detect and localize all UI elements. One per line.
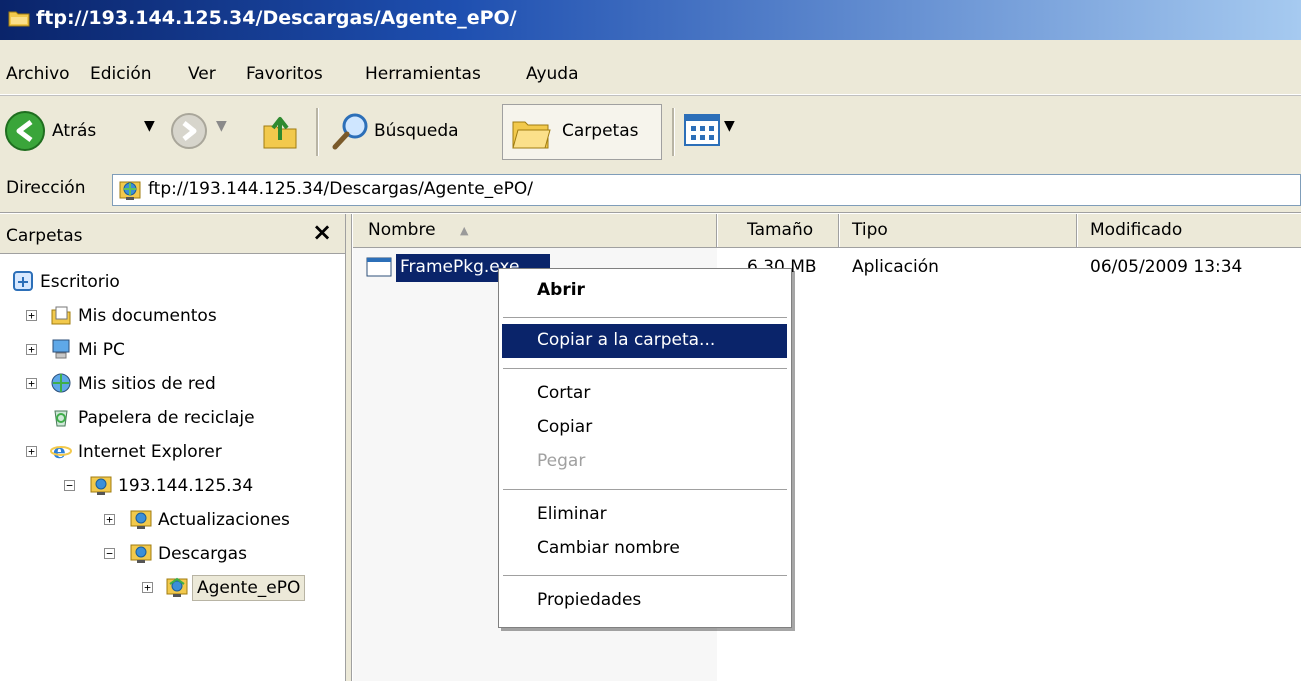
address-value[interactable]: ftp://193.144.125.34/Descargas/Agente_eP… bbox=[148, 179, 533, 199]
expand-icon[interactable]: + bbox=[26, 446, 37, 457]
ctx-cortar[interactable]: Cortar bbox=[537, 383, 590, 403]
recycle-bin-icon bbox=[54, 410, 68, 427]
tree-label: Internet Explorer bbox=[78, 442, 222, 462]
folder-icon bbox=[8, 11, 30, 27]
tree-item-mis-documentos[interactable]: + Mis documentos bbox=[0, 302, 340, 330]
menu-separator bbox=[503, 368, 787, 369]
tree-item-mi-pc[interactable]: + Mi PC bbox=[0, 336, 340, 364]
ftp-folder-icon bbox=[90, 476, 112, 495]
menu-edicion[interactable]: Edición bbox=[90, 64, 152, 84]
forward-arrow-icon[interactable] bbox=[170, 112, 208, 150]
expand-icon[interactable]: + bbox=[26, 378, 37, 389]
tree-label: Actualizaciones bbox=[158, 510, 290, 530]
tree-item-agente-epo[interactable]: + Agente_ePO bbox=[0, 574, 340, 602]
ftp-folder-icon bbox=[119, 181, 141, 200]
column-separator[interactable] bbox=[838, 214, 840, 247]
back-label[interactable]: Atrás bbox=[52, 121, 96, 141]
menu-separator bbox=[503, 489, 787, 490]
collapse-icon[interactable]: − bbox=[104, 548, 115, 559]
search-label[interactable]: Búsqueda bbox=[374, 121, 459, 141]
ftp-folder-icon bbox=[130, 544, 152, 563]
column-modificado[interactable]: Modificado bbox=[1090, 220, 1182, 240]
tree-label: Papelera de reciclaje bbox=[78, 408, 255, 428]
tree-item-internet-explorer[interactable]: + e Internet Explorer bbox=[0, 438, 340, 466]
ctx-pegar-disabled: Pegar bbox=[537, 451, 586, 471]
column-separator[interactable] bbox=[716, 214, 718, 247]
window-title: ftp://193.144.125.34/Descargas/Agente_eP… bbox=[36, 7, 517, 29]
menu-ver[interactable]: Ver bbox=[188, 64, 216, 84]
tree-label: Mis documentos bbox=[78, 306, 217, 326]
expand-icon[interactable]: + bbox=[142, 582, 153, 593]
tree-item-escritorio[interactable]: Escritorio bbox=[0, 268, 340, 296]
menu-favoritos[interactable]: Favoritos bbox=[246, 64, 323, 84]
toolbar-separator bbox=[672, 108, 675, 156]
ctx-copiar-a-la-carpeta[interactable]: Copiar a la carpeta... bbox=[537, 330, 715, 350]
ctx-copiar[interactable]: Copiar bbox=[537, 417, 592, 437]
menubar-spacer bbox=[0, 40, 1301, 58]
column-separator[interactable] bbox=[1076, 214, 1078, 247]
ctx-propiedades[interactable]: Propiedades bbox=[537, 590, 641, 610]
tree-label: Escritorio bbox=[40, 272, 120, 292]
column-nombre[interactable]: Nombre bbox=[368, 220, 436, 240]
expand-icon[interactable]: + bbox=[104, 514, 115, 525]
file-type: Aplicación bbox=[852, 257, 939, 277]
documents-icon bbox=[51, 306, 71, 325]
context-menu bbox=[498, 268, 792, 628]
tree-item-ftp-root[interactable]: − 193.144.125.34 bbox=[0, 472, 340, 500]
computer-icon bbox=[52, 339, 70, 359]
menu-separator bbox=[503, 575, 787, 576]
up-folder-icon[interactable] bbox=[260, 110, 300, 152]
tree-label: Mis sitios de red bbox=[78, 374, 216, 394]
column-tipo[interactable]: Tipo bbox=[852, 220, 888, 240]
ie-icon: e bbox=[50, 440, 72, 462]
pane-splitter[interactable] bbox=[345, 214, 352, 681]
folders-pane-title: Carpetas bbox=[6, 226, 83, 246]
menu-ayuda[interactable]: Ayuda bbox=[526, 64, 579, 84]
ctx-abrir[interactable]: Abrir bbox=[537, 280, 585, 300]
expand-icon[interactable]: + bbox=[26, 310, 37, 321]
ftp-folder-open-icon bbox=[166, 577, 188, 597]
exe-file-icon[interactable] bbox=[366, 257, 392, 277]
forward-dropdown-icon[interactable]: ▼ bbox=[216, 118, 227, 134]
close-icon[interactable]: × bbox=[312, 218, 332, 246]
tree-label: Descargas bbox=[158, 544, 247, 564]
desktop-icon bbox=[13, 271, 33, 291]
svg-text:e: e bbox=[53, 440, 66, 462]
folders-label: Carpetas bbox=[562, 121, 639, 141]
collapse-icon[interactable]: − bbox=[64, 480, 75, 491]
tree-item-descargas[interactable]: − Descargas bbox=[0, 540, 340, 568]
address-label: Dirección bbox=[6, 178, 86, 198]
back-dropdown-icon[interactable]: ▼ bbox=[144, 118, 155, 134]
back-arrow-icon[interactable] bbox=[4, 110, 46, 152]
views-icon[interactable] bbox=[684, 114, 720, 146]
folders-icon bbox=[512, 121, 551, 149]
tree-label-selected: Agente_ePO bbox=[192, 575, 306, 601]
tree-label: Mi PC bbox=[78, 340, 125, 360]
ftp-folder-icon bbox=[130, 510, 152, 529]
menu-separator bbox=[503, 317, 787, 318]
menu-herramientas[interactable]: Herramientas bbox=[365, 64, 481, 84]
tree-item-actualizaciones[interactable]: + Actualizaciones bbox=[0, 506, 340, 534]
menu-archivo[interactable]: Archivo bbox=[6, 64, 70, 84]
tree-item-papelera[interactable]: Papelera de reciclaje bbox=[0, 404, 340, 432]
tree-label: 193.144.125.34 bbox=[118, 476, 254, 496]
ctx-cambiar-nombre[interactable]: Cambiar nombre bbox=[537, 538, 680, 558]
views-dropdown-icon[interactable]: ▼ bbox=[724, 118, 735, 134]
tree-item-mis-sitios-de-red[interactable]: + Mis sitios de red bbox=[0, 370, 340, 398]
toolbar-separator bbox=[316, 108, 319, 156]
file-modified: 06/05/2009 13:34 bbox=[1090, 257, 1243, 277]
ctx-eliminar[interactable]: Eliminar bbox=[537, 504, 607, 524]
expand-icon[interactable]: + bbox=[26, 344, 37, 355]
column-tamano[interactable]: Tamaño bbox=[747, 220, 813, 240]
network-icon bbox=[51, 373, 71, 393]
sort-ascending-icon: ▲ bbox=[460, 224, 469, 237]
search-icon[interactable] bbox=[330, 110, 372, 152]
